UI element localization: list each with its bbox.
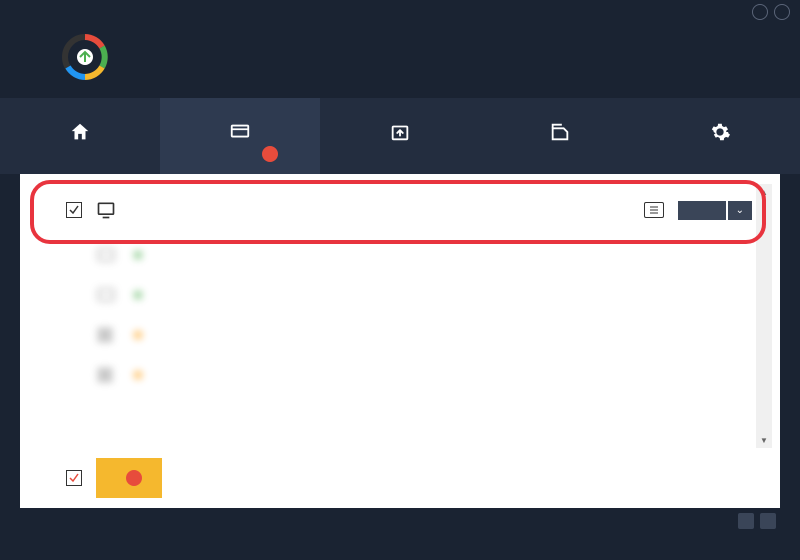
nav-backup[interactable] (320, 98, 480, 174)
windows-icon (96, 366, 116, 386)
main-nav (0, 98, 800, 174)
driver-row[interactable] (36, 276, 772, 316)
download-install-button[interactable] (96, 458, 162, 498)
driver-name (130, 248, 752, 262)
driver-name (130, 288, 752, 302)
scrollbar[interactable]: ▲ ▼ (756, 184, 772, 448)
content-area: ⌄ (20, 174, 780, 508)
gear-icon (709, 121, 731, 143)
driver-name (130, 368, 738, 382)
footer (0, 508, 800, 534)
status-dot-icon (134, 331, 142, 339)
backup-icon (389, 121, 411, 143)
driver-row[interactable]: ⌄ (36, 184, 772, 236)
status-dot-icon (134, 371, 142, 379)
select-all-checkbox[interactable] (66, 470, 82, 486)
status-dot-icon (134, 251, 142, 259)
updates-icon (229, 121, 251, 143)
nav-restore[interactable] (480, 98, 640, 174)
download-badge (126, 470, 142, 486)
monitor-icon (96, 200, 116, 220)
driver-row[interactable] (36, 236, 772, 276)
nav-driver-updates[interactable] (160, 98, 320, 174)
updates-badge (262, 146, 278, 162)
driver-row[interactable] (36, 356, 772, 396)
close-button[interactable] (774, 4, 790, 20)
nav-settings[interactable] (640, 98, 800, 174)
googleplus-button[interactable] (760, 513, 776, 529)
checkbox[interactable] (66, 202, 82, 218)
minimize-button[interactable] (752, 4, 768, 20)
home-icon (69, 121, 91, 143)
monitor-icon (96, 286, 116, 306)
restore-icon (549, 121, 571, 143)
nav-home[interactable] (0, 98, 160, 174)
brand-header (0, 24, 800, 98)
update-dropdown[interactable]: ⌄ (728, 201, 752, 220)
scroll-up-icon[interactable]: ▲ (756, 184, 772, 200)
monitor-icon (96, 246, 116, 266)
status-dot-icon (134, 291, 142, 299)
facebook-button[interactable] (738, 513, 754, 529)
scroll-down-icon[interactable]: ▼ (756, 432, 772, 448)
update-button[interactable] (678, 201, 726, 220)
app-logo-icon (60, 32, 110, 82)
windows-icon (96, 326, 116, 346)
driver-row[interactable] (36, 316, 772, 356)
driver-name (130, 328, 738, 342)
details-icon[interactable] (644, 202, 664, 218)
